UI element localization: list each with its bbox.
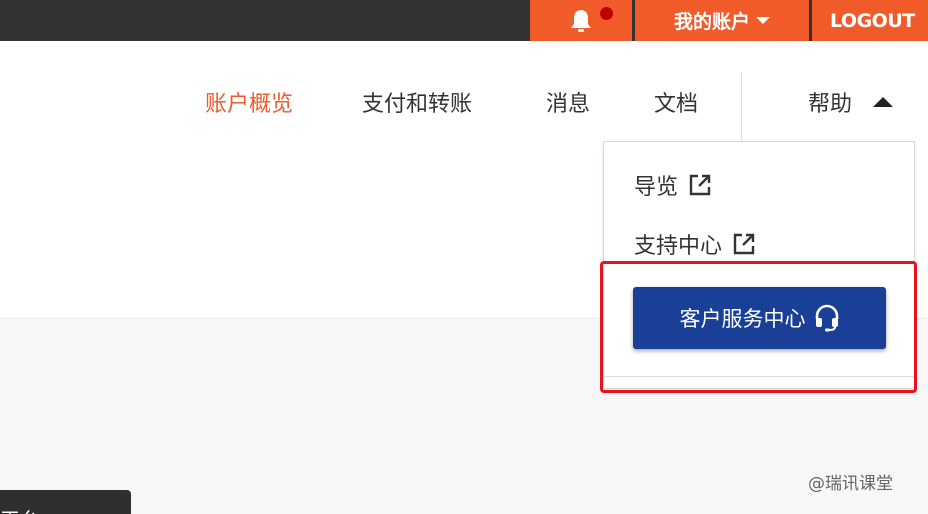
page: 我的账户 LOGOUT 账户概览 支付和转账 消息 文档 帮助 导览 支持中心 [0, 0, 928, 514]
external-link-icon [733, 233, 755, 255]
help-item-support-center-label: 支持中心 [634, 234, 723, 259]
nav-help-label: 帮助 [808, 92, 853, 117]
nav-account-overview[interactable]: 账户概览 [205, 90, 293, 120]
help-item-tour[interactable]: 导览 [634, 169, 712, 201]
my-account-button[interactable]: 我的账户 [635, 0, 809, 41]
bell-icon [567, 7, 595, 35]
my-account-label: 我的账户 [673, 11, 750, 33]
tooltip-text: 平台 [0, 504, 40, 514]
help-item-support-center[interactable]: 支持中心 [634, 228, 756, 260]
help-item-tour-label: 导览 [634, 175, 679, 200]
external-link-icon [689, 174, 711, 196]
tooltip: 平台 [0, 490, 131, 514]
nav-help[interactable]: 帮助 [808, 90, 894, 120]
notification-dot [600, 7, 613, 20]
chevron-up-icon [873, 97, 894, 107]
nav-payments-transfers[interactable]: 支付和转账 [362, 90, 472, 120]
highlight-annotation [600, 261, 917, 393]
chevron-down-icon [756, 17, 770, 24]
logout-label: LOGOUT [830, 9, 915, 32]
logout-button[interactable]: LOGOUT [812, 0, 928, 41]
nav-documents[interactable]: 文档 [654, 90, 698, 120]
top-bar: 我的账户 LOGOUT [0, 0, 928, 41]
watermark: @瑞讯课堂 [808, 474, 893, 494]
notifications-button[interactable] [530, 0, 632, 41]
nav-messages[interactable]: 消息 [546, 90, 590, 120]
